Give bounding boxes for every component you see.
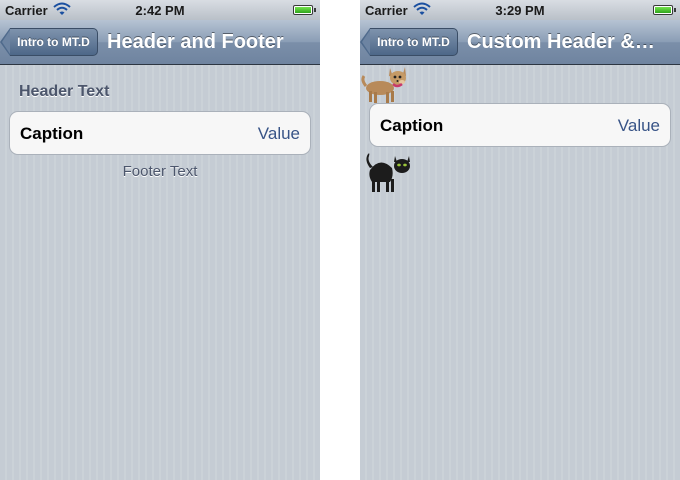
battery-level — [655, 7, 671, 13]
battery-icon — [293, 5, 316, 15]
screen-custom-header-footer: Carrier 3:29 PM Intro to MT.D Custom Hea… — [360, 0, 680, 480]
navigation-bar: Intro to MT.D Header and Footer — [0, 20, 320, 65]
nav-title: Custom Header &… — [467, 31, 655, 53]
back-button[interactable]: Intro to MT.D — [0, 28, 98, 56]
screen-header-footer: Carrier 2:42 PM Intro to MT.D Header and… — [0, 0, 320, 480]
clock: 3:29 PM — [495, 3, 545, 18]
status-bar: Carrier 2:42 PM — [0, 0, 320, 20]
back-button[interactable]: Intro to MT.D — [360, 28, 458, 56]
nav-title: Header and Footer — [107, 31, 284, 53]
table-cell[interactable]: Caption Value — [9, 111, 311, 155]
cell-caption: Caption — [20, 124, 84, 143]
dog-image — [361, 67, 406, 103]
status-bar: Carrier 3:29 PM — [360, 0, 680, 20]
cell-value: Value — [617, 116, 660, 135]
navigation-bar: Intro to MT.D Custom Header &… — [360, 20, 680, 65]
battery-level — [295, 7, 311, 13]
cat-image — [366, 153, 410, 192]
table-cell[interactable]: Caption Value — [369, 103, 671, 147]
cell-caption: Caption — [380, 116, 444, 135]
cell-value: Value — [257, 124, 300, 143]
section-header: Header Text — [19, 83, 110, 100]
section-footer: Footer Text — [122, 163, 198, 180]
battery-icon — [653, 5, 676, 15]
clock: 2:42 PM — [135, 3, 185, 18]
